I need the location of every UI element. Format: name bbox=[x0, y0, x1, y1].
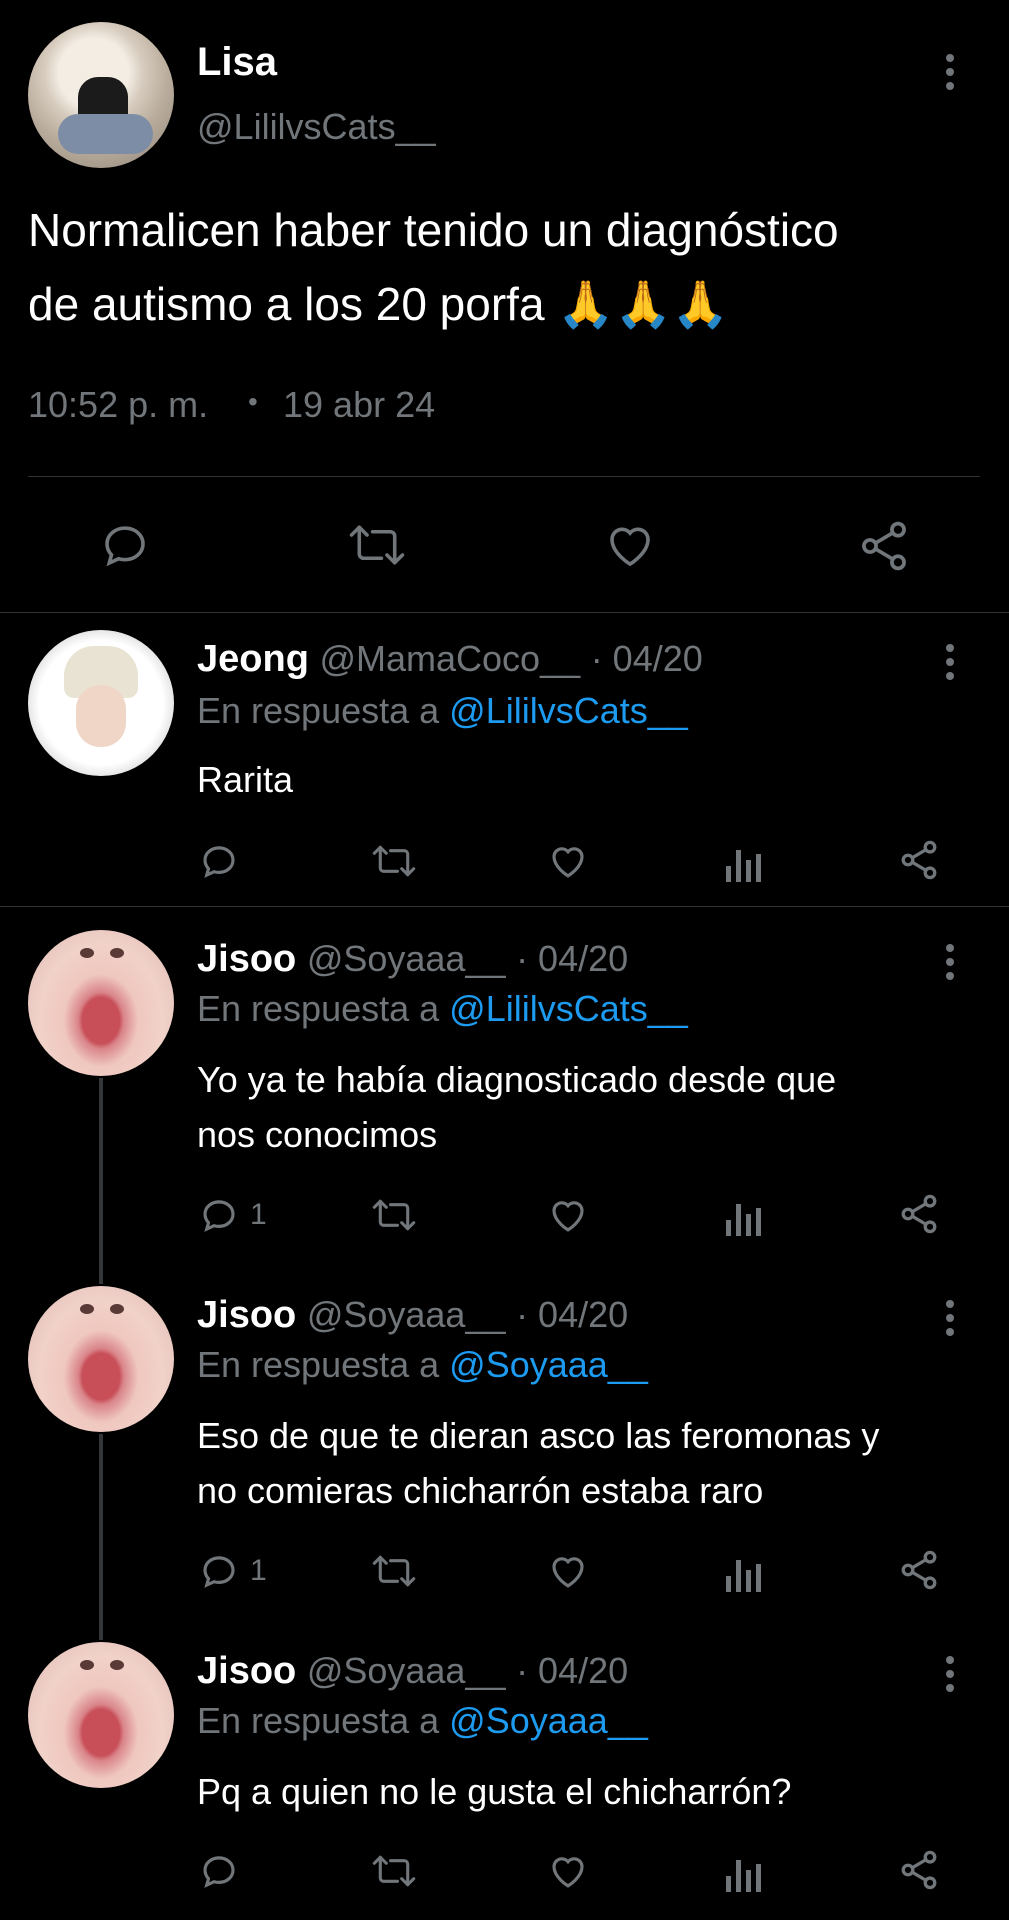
reply-header: Jeong @MamaCoco__ · 04/20 bbox=[197, 638, 703, 681]
reply-text-line2: no comieras chicharrón estaba raro bbox=[197, 1470, 764, 1511]
share-icon[interactable] bbox=[897, 838, 941, 882]
reply-icon[interactable] bbox=[198, 1850, 240, 1892]
reply-author-handle[interactable]: @MamaCoco__ bbox=[319, 638, 580, 679]
divider bbox=[0, 612, 1009, 613]
tweet-date[interactable]: 19 abr 24 bbox=[283, 384, 435, 426]
reply-prefix: En respuesta a bbox=[197, 1700, 440, 1741]
divider bbox=[28, 476, 980, 477]
share-icon[interactable] bbox=[856, 518, 912, 574]
meta-separator: • bbox=[248, 386, 258, 417]
reply-to-handle[interactable]: @Soyaaa__ bbox=[449, 1344, 648, 1385]
avatar-jeong[interactable] bbox=[28, 630, 174, 776]
reply-date[interactable]: · 04/20 bbox=[516, 1294, 628, 1335]
tweet-text-line2-text: de autismo a los 20 porfa bbox=[28, 278, 545, 330]
share-icon[interactable] bbox=[897, 1848, 941, 1892]
reply-date[interactable]: · 04/20 bbox=[591, 638, 703, 679]
author-name[interactable]: Lisa bbox=[197, 40, 277, 85]
thread-line bbox=[99, 1434, 103, 1640]
reply-context: En respuesta a @Soyaaa__ bbox=[197, 1344, 648, 1386]
views-icon[interactable] bbox=[726, 1196, 762, 1236]
reply-author-handle[interactable]: @Soyaaa__ bbox=[307, 1294, 506, 1335]
retweet-icon[interactable] bbox=[370, 1194, 418, 1236]
reply-to-handle[interactable]: @LililvsCats__ bbox=[449, 988, 688, 1029]
reply-author-name[interactable]: Jisoo bbox=[197, 938, 296, 980]
reply-author-handle[interactable]: @Soyaaa__ bbox=[307, 1650, 506, 1691]
reply-prefix: En respuesta a bbox=[197, 1344, 440, 1385]
reply-text-line1: Yo ya te había diagnosticado desde que bbox=[197, 1059, 837, 1100]
reply-prefix: En respuesta a bbox=[197, 988, 440, 1029]
more-vertical-icon[interactable] bbox=[946, 1656, 954, 1696]
reply-to-handle[interactable]: @LililvsCats__ bbox=[449, 690, 688, 731]
reply-text-line1: Eso de que te dieran asco las feromonas … bbox=[197, 1415, 880, 1456]
reply-text: Rarita bbox=[197, 759, 294, 800]
retweet-icon[interactable] bbox=[370, 1850, 418, 1892]
reply-prefix: En respuesta a bbox=[197, 690, 440, 731]
more-vertical-icon[interactable] bbox=[946, 54, 954, 94]
views-icon[interactable] bbox=[726, 1852, 762, 1892]
reply-header: Jisoo @Soyaaa__ · 04/20 bbox=[197, 938, 628, 981]
reply-author-name[interactable]: Jeong bbox=[197, 638, 309, 680]
like-icon[interactable] bbox=[546, 840, 590, 882]
avatar-jisoo[interactable] bbox=[28, 930, 174, 1076]
author-handle[interactable]: @LililvsCats__ bbox=[197, 106, 436, 148]
retweet-icon[interactable] bbox=[370, 840, 418, 882]
reply-author-name[interactable]: Jisoo bbox=[197, 1294, 296, 1336]
reply-author-handle[interactable]: @Soyaaa__ bbox=[307, 938, 506, 979]
tweet-text-line2: de autismo a los 20 porfa 🙏🙏🙏 bbox=[28, 277, 729, 332]
views-icon[interactable] bbox=[726, 842, 762, 882]
like-icon[interactable] bbox=[602, 518, 658, 572]
more-vertical-icon[interactable] bbox=[946, 1300, 954, 1340]
main-tweet: Lisa @LililvsCats__ Normalicen haber ten… bbox=[0, 0, 1009, 613]
avatar-jisoo[interactable] bbox=[28, 1286, 174, 1432]
pray-emoji: 🙏🙏🙏 bbox=[557, 278, 730, 330]
divider bbox=[0, 906, 1009, 907]
avatar-lisa[interactable] bbox=[28, 22, 174, 168]
reply-icon[interactable] bbox=[198, 1550, 240, 1592]
like-icon[interactable] bbox=[546, 1550, 590, 1592]
avatar-jisoo[interactable] bbox=[28, 1642, 174, 1788]
reply-context: En respuesta a @LililvsCats__ bbox=[197, 690, 688, 732]
reply-context: En respuesta a @LililvsCats__ bbox=[197, 988, 688, 1030]
reply-author-name[interactable]: Jisoo bbox=[197, 1650, 296, 1692]
reply-icon[interactable] bbox=[198, 840, 240, 882]
more-vertical-icon[interactable] bbox=[946, 944, 954, 984]
reply-count: 1 bbox=[250, 1554, 267, 1587]
reply-count: 1 bbox=[250, 1198, 267, 1231]
reply-header: Jisoo @Soyaaa__ · 04/20 bbox=[197, 1294, 628, 1337]
tweet-time: 10:52 p. m. bbox=[28, 384, 209, 425]
views-icon[interactable] bbox=[726, 1552, 762, 1592]
share-icon[interactable] bbox=[897, 1192, 941, 1236]
reply-date[interactable]: · 04/20 bbox=[516, 938, 628, 979]
tweet-text-line1: Normalicen haber tenido un diagnóstico bbox=[28, 204, 839, 256]
like-icon[interactable] bbox=[546, 1850, 590, 1892]
like-icon[interactable] bbox=[546, 1194, 590, 1236]
reply-date[interactable]: · 04/20 bbox=[516, 1650, 628, 1691]
reply-header: Jisoo @Soyaaa__ · 04/20 bbox=[197, 1650, 628, 1693]
share-icon[interactable] bbox=[897, 1548, 941, 1592]
reply-text-line2: nos conocimos bbox=[197, 1114, 438, 1155]
thread-line bbox=[99, 1078, 103, 1284]
reply-text-line1: Pq a quien no le gusta el chicharrón? bbox=[197, 1771, 792, 1812]
retweet-icon[interactable] bbox=[346, 518, 408, 572]
reply-icon[interactable] bbox=[98, 518, 152, 572]
reply-to-handle[interactable]: @Soyaaa__ bbox=[449, 1700, 648, 1741]
reply-icon[interactable] bbox=[198, 1194, 240, 1236]
retweet-icon[interactable] bbox=[370, 1550, 418, 1592]
reply-context: En respuesta a @Soyaaa__ bbox=[197, 1700, 648, 1742]
more-vertical-icon[interactable] bbox=[946, 644, 954, 684]
